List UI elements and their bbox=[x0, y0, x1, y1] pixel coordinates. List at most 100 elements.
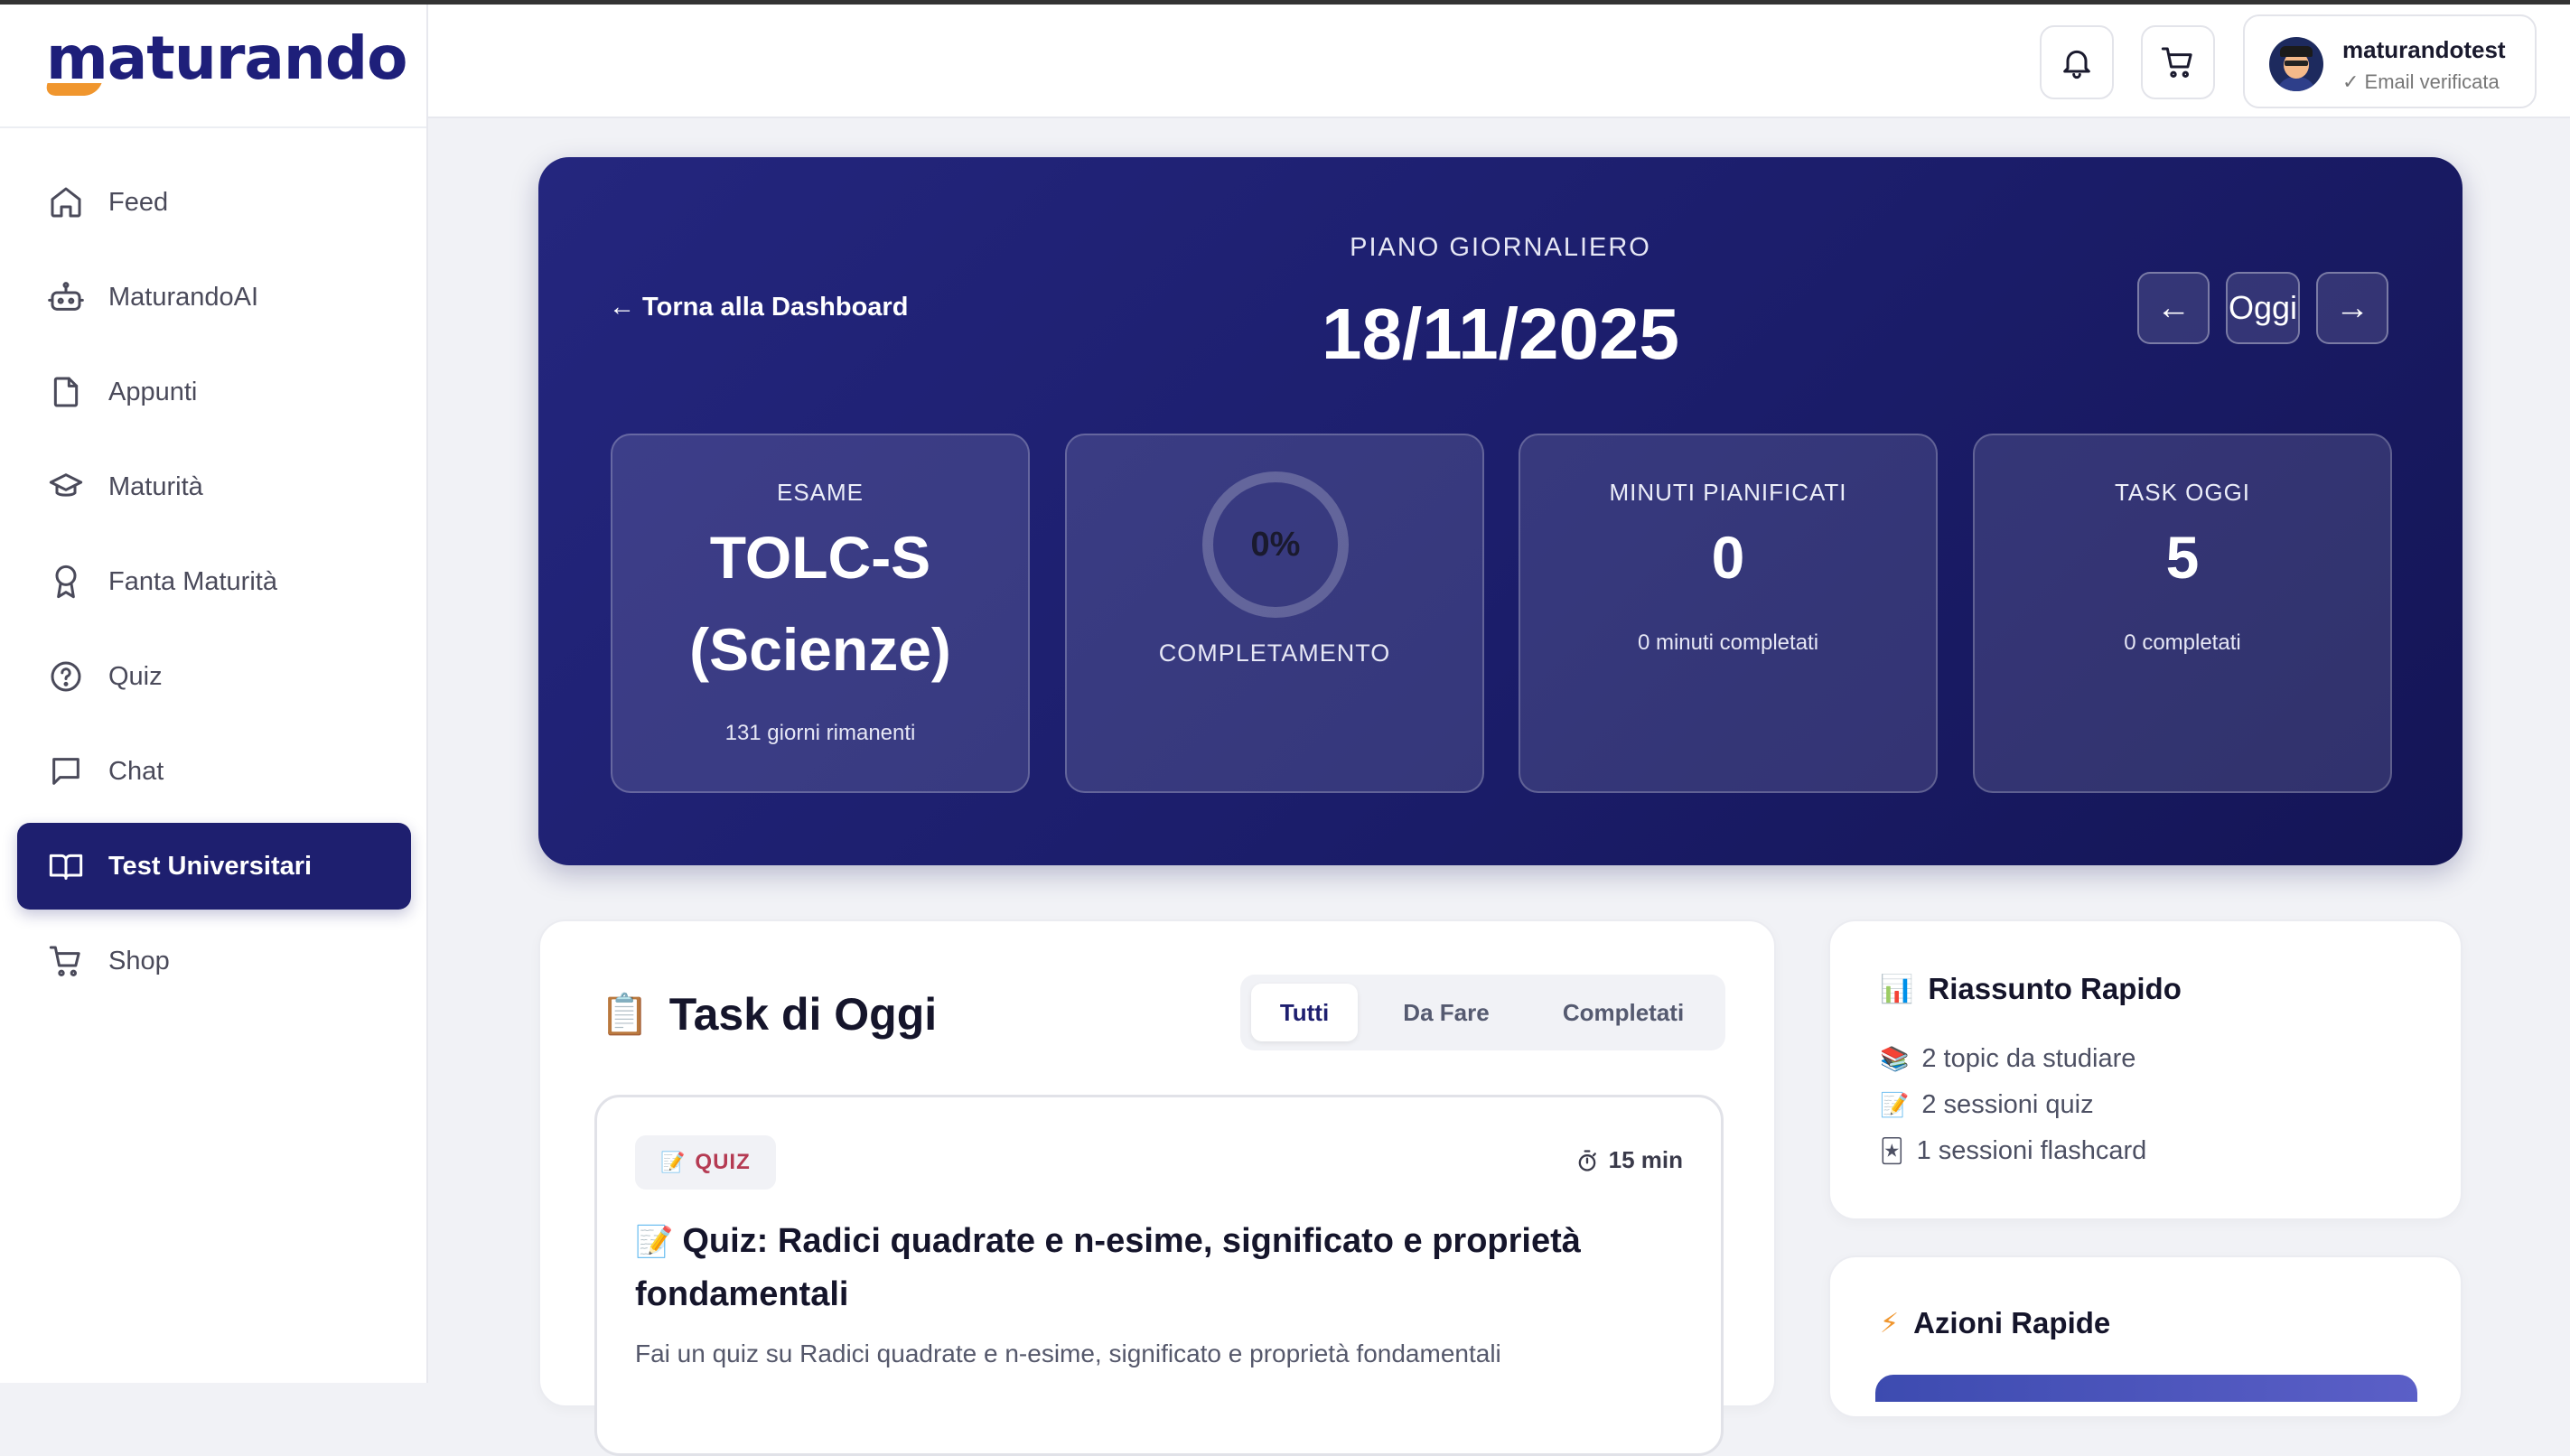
task-duration: 15 min bbox=[1575, 1146, 1683, 1174]
exam-name-line1: TOLC-S bbox=[709, 524, 931, 591]
tab-tutti[interactable]: Tutti bbox=[1251, 984, 1358, 1041]
tasks-completed: 0 completati bbox=[2124, 630, 2241, 655]
card-icon: 🃏 bbox=[1880, 1137, 1904, 1164]
days-remaining: 131 giorni rimanenti bbox=[724, 721, 916, 745]
bar-chart-icon: 📊 bbox=[1880, 974, 1914, 1004]
sidebar-item-label: Appunti bbox=[108, 377, 198, 406]
tab-completati[interactable]: Completati bbox=[1531, 984, 1715, 1041]
logo-area: maturando bbox=[0, 0, 426, 128]
sidebar-item-label: Maturità bbox=[108, 471, 203, 501]
logo-swoosh bbox=[42, 83, 102, 96]
summary-title: 📊 Riassunto Rapido bbox=[1880, 972, 2182, 1006]
minutes-stat-card: MINUTI PIANIFICATI 0 0 minuti completati bbox=[1519, 434, 1938, 793]
next-day-button[interactable]: → bbox=[2316, 272, 2388, 344]
completion-ring: 0% bbox=[1202, 471, 1349, 618]
notifications-button[interactable] bbox=[2040, 25, 2114, 99]
top-bar: maturandotest ✓ Email verificata bbox=[428, 5, 2570, 118]
memo-icon: 📝 bbox=[660, 1151, 687, 1173]
tasks-title-text: Task di Oggi bbox=[668, 989, 938, 1040]
memo-icon: 📝 bbox=[1880, 1091, 1910, 1118]
sidebar: maturando Feed MaturandoAI Appunti Matur… bbox=[0, 0, 428, 1383]
sidebar-item-maturita[interactable]: Maturità bbox=[17, 443, 411, 530]
sidebar-item-label: Fanta Maturità bbox=[108, 566, 277, 596]
sidebar-item-label: MaturandoAI bbox=[108, 282, 259, 312]
sidebar-item-label: Test Universitari bbox=[108, 851, 313, 881]
summary-item-text: 2 sessioni quiz bbox=[1921, 1090, 2094, 1119]
sidebar-item-feed[interactable]: Feed bbox=[17, 159, 411, 246]
tasks-panel: 📋 Task di Oggi Tutti Da Fare Completati … bbox=[538, 919, 1776, 1456]
tasks-today-value: 5 bbox=[2165, 524, 2200, 591]
quick-summary-panel: 📊 Riassunto Rapido 📚 2 topic da studiare… bbox=[1828, 919, 2463, 1220]
cart-icon bbox=[49, 946, 80, 977]
award-icon bbox=[55, 565, 77, 599]
avatar bbox=[2269, 37, 2323, 91]
actions-title-text: Azioni Rapide bbox=[1913, 1306, 2111, 1339]
robot-icon bbox=[48, 282, 84, 311]
quick-action-button[interactable] bbox=[1875, 1375, 2417, 1402]
completion-stat-card: 0% COMPLETAMENTO bbox=[1065, 434, 1484, 793]
chat-bubble-icon bbox=[52, 758, 79, 785]
stat-label: ESAME bbox=[776, 479, 864, 506]
home-icon bbox=[51, 187, 81, 218]
cart-button[interactable] bbox=[2141, 25, 2215, 99]
completion-percent: 0% bbox=[1250, 525, 1301, 564]
task-title: 📝 Quiz: Radici quadrate e n-esime, signif… bbox=[635, 1215, 1674, 1321]
arrow-right-icon: → bbox=[2335, 288, 2369, 327]
summary-item-text: 1 sessioni flashcard bbox=[1916, 1136, 2147, 1165]
document-icon bbox=[53, 377, 79, 407]
sidebar-item-label: Chat bbox=[108, 756, 164, 786]
exam-stat-card: ESAME TOLC-S (Scienze) 131 giorni rimane… bbox=[611, 434, 1030, 793]
previous-day-button[interactable]: ← bbox=[2137, 272, 2210, 344]
top-border bbox=[0, 0, 2570, 5]
summary-item: 📝 2 sessioni quiz bbox=[1880, 1090, 2094, 1120]
tasks-title: 📋 Task di Oggi bbox=[600, 988, 937, 1041]
task-description: Fai un quiz su Radici quadrate e n-esime… bbox=[635, 1339, 1501, 1367]
today-button[interactable]: Oggi bbox=[2226, 272, 2300, 344]
task-type-badge: 📝 QUIZ bbox=[635, 1135, 776, 1190]
summary-item: 📚 2 topic da studiare bbox=[1880, 1044, 2135, 1074]
arrow-left-icon: ← bbox=[2156, 288, 2191, 327]
sidebar-item-fanta-maturita[interactable]: Fanta Maturità bbox=[17, 538, 411, 625]
tab-da-fare[interactable]: Da Fare bbox=[1374, 984, 1519, 1041]
summary-title-text: Riassunto Rapido bbox=[1928, 972, 2182, 1005]
task-title-text: Quiz: Radici quadrate e n-esime, signifi… bbox=[635, 1222, 1581, 1313]
user-menu[interactable]: maturandotest ✓ Email verificata bbox=[2243, 14, 2537, 108]
email-verified-status: ✓ Email verificata bbox=[2342, 70, 2500, 93]
sidebar-item-label: Shop bbox=[108, 946, 170, 975]
cart-icon bbox=[2161, 47, 2192, 79]
graduation-cap-icon bbox=[49, 473, 83, 497]
minutes-planned-value: 0 bbox=[1711, 524, 1745, 591]
daily-plan-hero: ← Torna alla Dashboard PIANO GIORNALIERO… bbox=[538, 157, 2463, 865]
stat-label: COMPLETAMENTO bbox=[1158, 639, 1391, 667]
sidebar-item-test-universitari[interactable]: Test Universitari bbox=[17, 823, 411, 910]
lightning-icon: ⚡ bbox=[1880, 1308, 1900, 1339]
task-card[interactable]: 📝 QUIZ 15 min 📝 Quiz: Radici quadrate e n… bbox=[594, 1095, 1724, 1456]
clipboard-icon: 📋 bbox=[600, 993, 650, 1037]
books-icon: 📚 bbox=[1880, 1045, 1910, 1072]
task-filter-tabs: Tutti Da Fare Completati bbox=[1240, 975, 1725, 1050]
actions-title: ⚡ Azioni Rapide bbox=[1880, 1306, 2110, 1340]
open-book-icon bbox=[49, 854, 83, 880]
sidebar-item-shop[interactable]: Shop bbox=[17, 918, 411, 1004]
minutes-completed: 0 minuti completati bbox=[1637, 630, 1819, 655]
tasks-stat-card: TASK OGGI 5 0 completati bbox=[1973, 434, 2392, 793]
user-name: maturandotest bbox=[2342, 36, 2506, 63]
sidebar-item-label: Feed bbox=[108, 187, 169, 217]
sidebar-item-chat[interactable]: Chat bbox=[17, 728, 411, 815]
stat-label: TASK OGGI bbox=[2114, 479, 2251, 506]
summary-item-text: 2 topic da studiare bbox=[1921, 1044, 2136, 1073]
sidebar-item-maturandoai[interactable]: MaturandoAI bbox=[17, 254, 411, 341]
stat-label: MINUTI PIANIFICATI bbox=[1609, 479, 1847, 506]
summary-item: 🃏 1 sessioni flashcard bbox=[1880, 1136, 2146, 1166]
quick-actions-panel: ⚡ Azioni Rapide bbox=[1828, 1255, 2463, 1418]
exam-name-line2: (Scienze) bbox=[689, 616, 951, 683]
sidebar-nav: Feed MaturandoAI Appunti Maturità Fanta … bbox=[0, 159, 428, 1013]
bell-icon bbox=[2063, 50, 2090, 79]
task-duration-text: 15 min bbox=[1608, 1146, 1683, 1173]
sidebar-item-quiz[interactable]: Quiz bbox=[17, 633, 411, 720]
hero-label: PIANO GIORNALIERO bbox=[1350, 233, 1651, 262]
stopwatch-icon bbox=[1578, 1149, 1596, 1171]
sidebar-item-appunti[interactable]: Appunti bbox=[17, 349, 411, 435]
question-circle-icon bbox=[51, 661, 81, 692]
memo-icon: 📝 bbox=[635, 1225, 674, 1259]
